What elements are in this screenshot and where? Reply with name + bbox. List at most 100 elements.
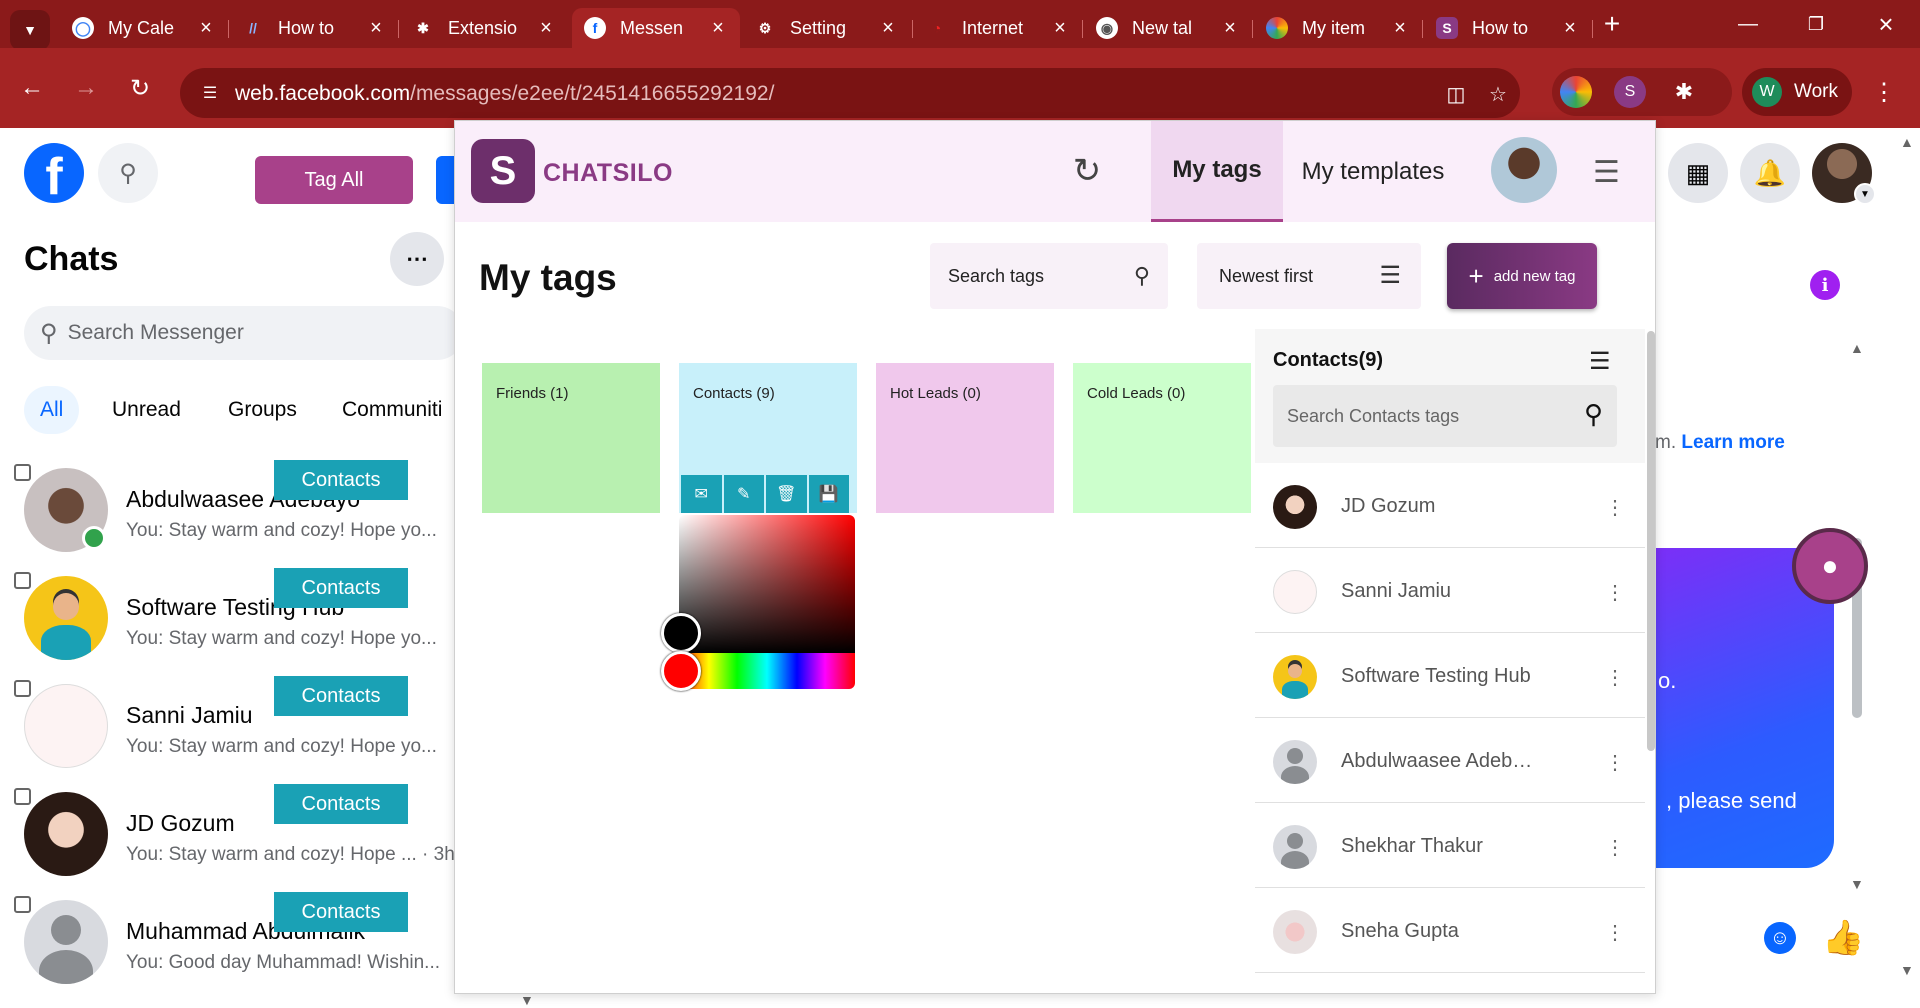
- colorful-ring-extension-icon[interactable]: [1560, 76, 1592, 108]
- close-icon[interactable]: ×: [878, 17, 898, 40]
- envelope-icon[interactable]: ✉: [681, 475, 722, 513]
- chat-checkbox[interactable]: [14, 464, 31, 481]
- more-vertical-icon[interactable]: ⋮: [1605, 750, 1625, 775]
- tab-new-tab[interactable]: ◉ New tal ×: [1084, 8, 1252, 48]
- forward-arrow-icon[interactable]: →: [66, 68, 106, 108]
- contact-item[interactable]: Sanni Jamiu ⋮: [1255, 548, 1645, 633]
- search-tags-input[interactable]: Search tags ⚲: [930, 243, 1168, 309]
- chat-checkbox[interactable]: [14, 788, 31, 805]
- tag-card-cold-leads[interactable]: Cold Leads (0): [1073, 363, 1251, 513]
- tag-card-hot-leads[interactable]: Hot Leads (0): [876, 363, 1054, 513]
- sort-dropdown[interactable]: Newest first ☰: [1197, 243, 1421, 309]
- scroll-down-arrow-icon[interactable]: ▼: [1850, 876, 1864, 892]
- contacts-scrollbar[interactable]: [1647, 331, 1655, 751]
- scroll-up-arrow-icon[interactable]: ▲: [1850, 340, 1864, 356]
- restore-button[interactable]: ❐: [1786, 8, 1846, 40]
- close-icon[interactable]: ×: [366, 17, 386, 40]
- new-tab-button[interactable]: +: [1582, 8, 1642, 40]
- contact-item[interactable]: Abdulwaasee Adeb… ⋮: [1255, 718, 1645, 803]
- chat-row[interactable]: Muhammad Abdulmalik You: Good day Muhamm…: [0, 886, 460, 994]
- filter-tab-communities[interactable]: Communiti: [326, 386, 458, 434]
- account-avatar[interactable]: ▼: [1812, 143, 1876, 205]
- close-icon[interactable]: ×: [1050, 17, 1070, 40]
- chat-checkbox[interactable]: [14, 572, 31, 589]
- thumbs-up-icon[interactable]: 👍: [1822, 918, 1864, 958]
- more-vertical-icon[interactable]: ⋮: [1605, 835, 1625, 860]
- saturation-area[interactable]: [679, 515, 855, 653]
- address-bar[interactable]: ☰ web.facebook.com/messages/e2ee/t/24514…: [180, 68, 1520, 118]
- facebook-logo-icon[interactable]: f: [24, 143, 84, 203]
- more-vertical-icon[interactable]: ⋮: [1605, 495, 1625, 520]
- messenger-search-input[interactable]: ⚲ Search Messenger: [24, 306, 464, 360]
- tab-how-to-2[interactable]: S How to ×: [1424, 8, 1592, 48]
- close-window-button[interactable]: ×: [1856, 8, 1916, 40]
- hamburger-menu-icon[interactable]: ☰: [1593, 155, 1620, 190]
- tag-badge[interactable]: Contacts: [274, 784, 408, 824]
- close-icon[interactable]: ×: [708, 17, 728, 40]
- contact-item[interactable]: JD Gozum ⋮: [1255, 463, 1645, 548]
- tab-messenger[interactable]: f Messen ×: [572, 8, 740, 48]
- tab-my-calendar[interactable]: ◯ My Cale ×: [60, 8, 228, 48]
- site-settings-icon[interactable]: ☰: [198, 81, 222, 105]
- tab-my-templates[interactable]: My templates: [1283, 121, 1463, 222]
- close-icon[interactable]: ×: [1220, 17, 1240, 40]
- contact-item[interactable]: Software Testing Hub ⋮: [1255, 633, 1645, 718]
- tab-search-chevron-icon[interactable]: ▼: [10, 10, 50, 50]
- filter-tab-unread[interactable]: Unread: [96, 386, 197, 434]
- filter-icon[interactable]: ☰: [1589, 347, 1611, 376]
- tab-internet[interactable]: ◔ Internet ×: [914, 8, 1082, 48]
- more-vertical-icon[interactable]: ⋮: [1605, 665, 1625, 690]
- profile-button[interactable]: W Work: [1742, 68, 1852, 116]
- partially-hidden-button[interactable]: [436, 156, 456, 204]
- hue-slider[interactable]: [679, 653, 855, 689]
- tag-badge[interactable]: Contacts: [274, 460, 408, 500]
- chatsilo-floating-chat-icon[interactable]: ●: [1792, 528, 1868, 604]
- contact-item[interactable]: Sneha Gupta ⋮: [1255, 888, 1645, 973]
- hue-handle[interactable]: [661, 651, 701, 691]
- bookmark-star-icon[interactable]: ☆: [1484, 80, 1512, 108]
- more-options-button[interactable]: ⋯: [390, 232, 444, 286]
- trash-icon[interactable]: 🗑: [766, 475, 807, 513]
- tab-my-items[interactable]: My item ×: [1254, 8, 1422, 48]
- tag-card-friends[interactable]: Friends (1): [482, 363, 660, 513]
- tab-settings[interactable]: ⚙ Setting ×: [742, 8, 910, 48]
- add-new-tag-button[interactable]: + add new tag: [1447, 243, 1597, 309]
- chat-checkbox[interactable]: [14, 896, 31, 913]
- saturation-handle[interactable]: [661, 613, 701, 653]
- search-contacts-input[interactable]: Search Contacts tags ⚲: [1273, 385, 1617, 447]
- install-app-icon[interactable]: ◫: [1442, 80, 1470, 108]
- page-scroll-down-arrow-icon[interactable]: ▼: [1900, 962, 1914, 978]
- tab-my-tags[interactable]: My tags: [1151, 121, 1283, 222]
- filter-tab-all[interactable]: All: [24, 386, 80, 434]
- menu-grid-icon[interactable]: ▦: [1668, 143, 1728, 203]
- conversation-scrollbar[interactable]: [1852, 468, 1862, 898]
- chat-row[interactable]: Software Testing Hub You: Stay warm and …: [0, 562, 460, 670]
- color-picker[interactable]: [661, 515, 855, 691]
- reload-icon[interactable]: ↻: [120, 68, 160, 108]
- save-icon[interactable]: 💾: [808, 475, 849, 513]
- info-icon[interactable]: i: [1810, 270, 1840, 300]
- notifications-bell-icon[interactable]: 🔔: [1740, 143, 1800, 203]
- more-vertical-icon[interactable]: ⋮: [1605, 920, 1625, 945]
- tag-badge[interactable]: Contacts: [274, 676, 408, 716]
- tab-extensions[interactable]: ✱ Extensio ×: [400, 8, 568, 48]
- minimize-button[interactable]: —: [1718, 8, 1778, 40]
- more-vertical-icon[interactable]: ⋮: [1605, 580, 1625, 605]
- search-icon[interactable]: ⚲: [98, 143, 158, 203]
- tag-badge[interactable]: Contacts: [274, 892, 408, 932]
- chats-scroll-down-arrow-icon[interactable]: ▼: [520, 992, 534, 1008]
- learn-more-link[interactable]: Learn more: [1681, 432, 1784, 453]
- chat-row[interactable]: Sanni Jamiu You: Stay warm and cozy! Hop…: [0, 670, 460, 778]
- puzzle-icon[interactable]: ✱: [1668, 76, 1700, 108]
- chatsilo-extension-icon[interactable]: S: [1614, 76, 1646, 108]
- chat-row[interactable]: Abdulwaasee Adebayo You: Stay warm and c…: [0, 454, 460, 562]
- close-icon[interactable]: ×: [1560, 17, 1580, 40]
- close-icon[interactable]: ×: [1390, 17, 1410, 40]
- tab-how-to-1[interactable]: // How to ×: [230, 8, 398, 48]
- back-arrow-icon[interactable]: ←: [12, 68, 52, 108]
- page-scroll-up-arrow-icon[interactable]: ▲: [1900, 134, 1914, 150]
- user-avatar[interactable]: [1491, 137, 1557, 203]
- contact-item[interactable]: Shekhar Thakur ⋮: [1255, 803, 1645, 888]
- refresh-icon[interactable]: ↻: [1067, 151, 1107, 191]
- chat-checkbox[interactable]: [14, 680, 31, 697]
